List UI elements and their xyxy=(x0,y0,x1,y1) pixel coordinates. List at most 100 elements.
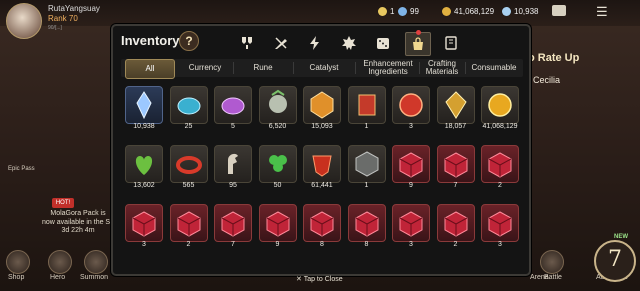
tab-divider xyxy=(419,62,420,74)
mail-icon[interactable] xyxy=(552,5,566,16)
item-frame xyxy=(392,86,430,124)
close-button[interactable]: ✕ Tap to Close xyxy=(296,275,343,283)
red-chest-icon xyxy=(177,211,200,237)
dice-filter-icon[interactable] xyxy=(371,32,395,54)
epic-pass-label[interactable]: Epic Pass xyxy=(8,166,35,172)
red-chest-icon xyxy=(355,211,378,237)
item-frame xyxy=(481,204,519,242)
inventory-item[interactable]: 3 xyxy=(125,204,163,251)
inventory-item[interactable]: 18,057 xyxy=(436,86,475,133)
lightning-filter-icon[interactable] xyxy=(303,32,327,54)
item-frame xyxy=(169,145,208,183)
inventory-item[interactable]: 8 xyxy=(303,204,341,251)
hero-icon[interactable] xyxy=(48,250,72,274)
inventory-item[interactable]: 7 xyxy=(214,204,252,251)
red-ring-icon xyxy=(175,156,202,174)
inventory-item[interactable]: 61,441 xyxy=(303,145,341,192)
item-count: 10,938 xyxy=(133,123,155,130)
tab-consumable[interactable]: Consumable xyxy=(467,59,521,77)
inventory-item[interactable]: 7 xyxy=(436,145,475,192)
battle-icon[interactable] xyxy=(540,250,564,274)
item-count: 1 xyxy=(364,123,369,130)
player-profile[interactable]: RutaYangsuay Rank 70 90/[...] xyxy=(0,0,110,40)
help-button[interactable]: ? xyxy=(179,31,199,51)
inventory-item[interactable]: 10,938 xyxy=(125,86,163,133)
item-frame xyxy=(258,86,297,124)
item-count: 50 xyxy=(273,182,282,189)
inventory-item[interactable]: 25 xyxy=(169,86,208,133)
item-frame xyxy=(436,86,475,124)
item-frame xyxy=(303,145,341,183)
artifact-filter-icon[interactable] xyxy=(337,32,361,54)
inventory-item[interactable]: 6,520 xyxy=(258,86,297,133)
tab-divider xyxy=(293,62,294,74)
tab-all[interactable]: All xyxy=(125,59,175,79)
book-filter-icon[interactable] xyxy=(439,32,463,54)
tab-enhancement-ingredients[interactable]: Enhancement Ingredients xyxy=(357,59,419,77)
inventory-item[interactable]: 9 xyxy=(258,204,297,251)
resource-4[interactable]: 10,938 xyxy=(502,7,538,16)
inventory-item[interactable]: 15,093 xyxy=(303,86,341,133)
red-chest-icon xyxy=(399,152,423,178)
inventory-item[interactable]: 2 xyxy=(436,204,475,251)
resource-1[interactable]: 1 xyxy=(378,7,394,16)
bag-filter-icon[interactable] xyxy=(405,30,431,56)
shop-icon[interactable] xyxy=(6,250,30,274)
item-count: 8 xyxy=(364,241,369,248)
item-frame xyxy=(481,145,519,183)
item-count: 2 xyxy=(453,241,458,248)
resource-2[interactable]: 99 xyxy=(398,7,419,16)
inventory-item[interactable]: 1 xyxy=(347,86,386,133)
inventory-item[interactable]: 3 xyxy=(392,86,430,133)
inventory-item[interactable]: 3 xyxy=(392,204,430,251)
nav-shop[interactable]: Shop xyxy=(8,274,24,281)
item-frame xyxy=(214,145,252,183)
equipment-filter-icon[interactable] xyxy=(235,32,259,54)
inventory-item[interactable]: 2 xyxy=(481,145,519,192)
green-heart-icon xyxy=(135,156,153,175)
notification-dot xyxy=(416,30,421,35)
stone-blue-icon xyxy=(177,97,200,115)
inventory-item[interactable]: 50 xyxy=(258,145,297,192)
seven-day-button[interactable]: 7 xyxy=(594,240,636,282)
red-chest-icon xyxy=(266,211,289,237)
inventory-item[interactable]: 5 xyxy=(214,86,252,133)
inventory-item[interactable]: 9 xyxy=(392,145,430,192)
inventory-item[interactable]: 95 xyxy=(214,145,252,192)
item-frame xyxy=(436,145,475,183)
red-mask-icon xyxy=(312,155,332,177)
player-exp: 90/[...] xyxy=(48,25,62,31)
inventory-item[interactable]: 8 xyxy=(347,204,386,251)
banner-name: Cecilia xyxy=(533,75,561,85)
sword-filter-icon[interactable] xyxy=(269,32,293,54)
item-count: 13,602 xyxy=(133,182,155,189)
nav-battle[interactable]: Battle xyxy=(544,274,562,281)
item-count: 3 xyxy=(409,123,413,130)
item-count: 2 xyxy=(186,241,191,248)
summon-icon[interactable] xyxy=(84,250,108,274)
item-frame xyxy=(258,204,297,242)
menu-icon[interactable]: ☰ xyxy=(596,4,608,20)
item-count: 2 xyxy=(498,182,502,189)
item-frame xyxy=(169,86,208,124)
red-chest-icon xyxy=(221,211,245,237)
inventory-item[interactable]: 41,068,129 xyxy=(481,86,519,133)
item-count: 18,057 xyxy=(444,123,467,130)
tab-rune[interactable]: Rune xyxy=(235,59,291,77)
resource-3[interactable]: 41,068,129 xyxy=(442,7,494,16)
inventory-item[interactable]: 3 xyxy=(481,204,519,251)
nav-summon[interactable]: Summon xyxy=(80,274,108,281)
tab-catalyst[interactable]: Catalyst xyxy=(295,59,353,77)
tab-currency[interactable]: Currency xyxy=(179,59,231,77)
item-count: 6,520 xyxy=(268,123,287,130)
nav-hero[interactable]: Hero xyxy=(50,274,65,281)
tab-divider xyxy=(465,62,466,74)
pack-notice[interactable]: MolaGora Pack is now available in the Sh… xyxy=(38,210,118,236)
inventory-item[interactable]: 565 xyxy=(169,145,208,192)
avatar[interactable] xyxy=(6,3,42,39)
tab-crafting-materials[interactable]: Crafting Materials xyxy=(421,59,463,77)
horse-icon xyxy=(228,153,238,174)
inventory-item[interactable]: 1 xyxy=(347,145,386,192)
inventory-item[interactable]: 13,602 xyxy=(125,145,163,192)
inventory-item[interactable]: 2 xyxy=(169,204,208,251)
